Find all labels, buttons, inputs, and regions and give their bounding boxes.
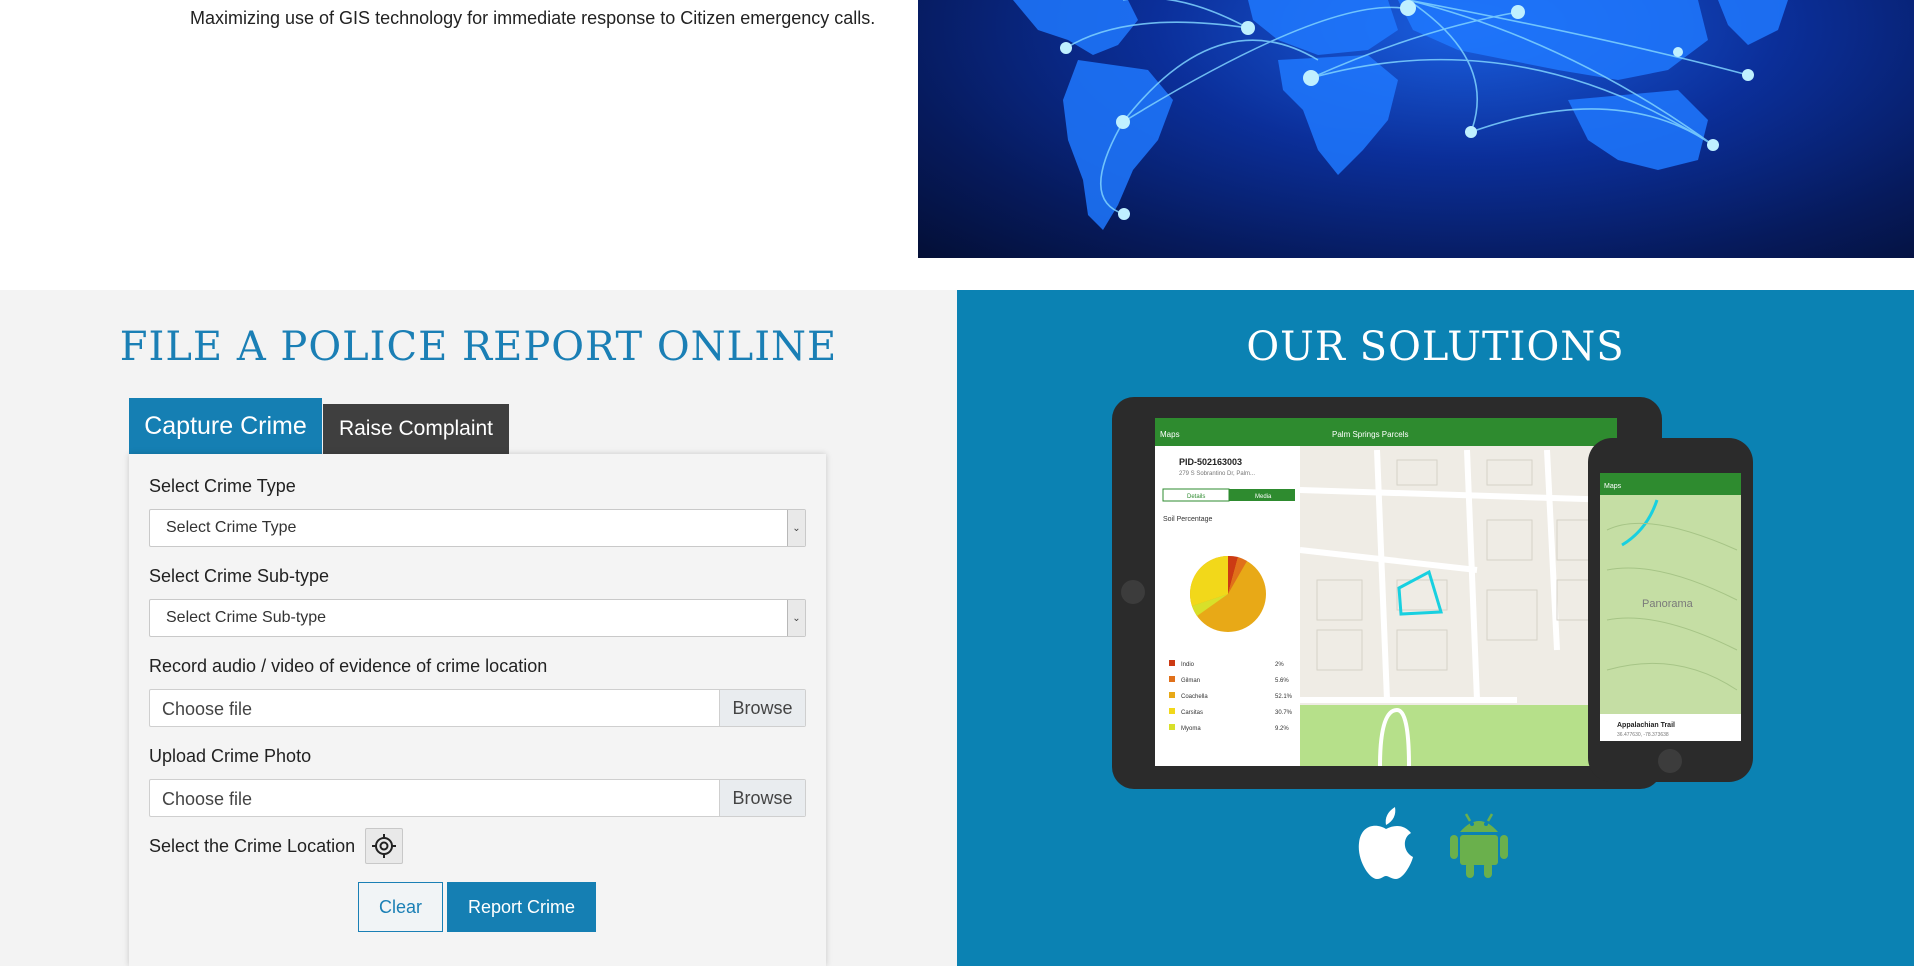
- android-icon[interactable]: [1448, 806, 1510, 880]
- photo-upload-label: Upload Crime Photo: [149, 746, 312, 766]
- crime-subtype-value: Select Crime Sub-type: [166, 609, 327, 626]
- tablet-segment-media: Media: [1255, 494, 1272, 500]
- apple-icon[interactable]: [1355, 805, 1417, 881]
- legend-name: Coachella: [1181, 694, 1208, 700]
- photo-file-placeholder: Choose file: [162, 789, 253, 809]
- crime-type-select[interactable]: Select Crime Type ⌄: [149, 509, 806, 547]
- photo-file-input[interactable]: Choose file Browse: [149, 779, 806, 817]
- legend-name: Gilman: [1181, 678, 1200, 684]
- tablet-back-label: Maps: [1160, 430, 1180, 439]
- chevron-down-icon: ⌄: [787, 510, 805, 546]
- tablet-title: Palm Springs Parcels: [1332, 430, 1408, 439]
- legend-name: Carsitas: [1181, 710, 1203, 716]
- media-evidence-label: Record audio / video of evidence of crim…: [149, 656, 548, 676]
- phone-place-label: Panorama: [1642, 598, 1694, 610]
- top-band: Maximizing use of GIS technology for imm…: [0, 0, 1920, 290]
- photo-browse-button[interactable]: Browse: [719, 780, 805, 816]
- tablet-chart-title: Soil Percentage: [1163, 516, 1213, 523]
- locate-button[interactable]: [365, 828, 403, 864]
- tablet-address: 279 S Sobrantino Dr, Palm...: [1179, 471, 1255, 477]
- legend-value: 2%: [1275, 662, 1284, 668]
- tab-capture-crime[interactable]: Capture Crime: [129, 398, 322, 454]
- media-file-placeholder: Choose file: [162, 699, 253, 719]
- report-crime-button[interactable]: Report Crime: [447, 882, 596, 932]
- legend-value: 30.7%: [1275, 710, 1293, 716]
- crime-subtype-select[interactable]: Select Crime Sub-type ⌄: [149, 599, 806, 637]
- legend-value: 5.6%: [1275, 678, 1289, 684]
- world-network-image: [918, 0, 1914, 258]
- crime-location-label: Select the Crime Location: [149, 836, 356, 856]
- tablet-parcel-id: PID-502163003: [1179, 457, 1242, 467]
- device-mockup-image: Maps Palm Springs Parcels PID-502163003 …: [1112, 397, 1753, 789]
- legend-value: 52.1%: [1275, 694, 1293, 700]
- phone-card-sub: 36.477630, -78.373638: [1617, 732, 1669, 738]
- crosshair-icon: [372, 834, 396, 858]
- media-browse-button[interactable]: Browse: [719, 690, 805, 726]
- chevron-down-icon: ⌄: [787, 600, 805, 636]
- crime-type-label: Select Crime Type: [149, 476, 296, 496]
- crime-subtype-label: Select Crime Sub-type: [149, 566, 330, 586]
- tablet-segment-details: Details: [1187, 494, 1205, 500]
- crime-type-value: Select Crime Type: [166, 519, 297, 536]
- report-section-title: FILE A POLICE REPORT ONLINE: [119, 324, 838, 370]
- legend-name: Indio: [1181, 662, 1195, 668]
- police-report-section: FILE A POLICE REPORT ONLINE Capture Crim…: [0, 290, 957, 966]
- legend-name: Myoma: [1181, 726, 1201, 732]
- tab-raise-complaint[interactable]: Raise Complaint: [323, 404, 509, 454]
- media-file-input[interactable]: Choose file Browse: [149, 689, 806, 727]
- report-form: Select Crime Type Select Crime Type ⌄ Se…: [129, 454, 826, 966]
- intro-text: Maximizing use of GIS technology for imm…: [190, 8, 876, 28]
- clear-button[interactable]: Clear: [358, 882, 443, 932]
- phone-back-label: Maps: [1604, 483, 1622, 490]
- phone-card-title: Appalachian Trail: [1617, 722, 1675, 729]
- solutions-section: OUR SOLUTIONS Maps Palm Springs Parcels …: [957, 290, 1914, 966]
- legend-value: 9.2%: [1275, 726, 1289, 732]
